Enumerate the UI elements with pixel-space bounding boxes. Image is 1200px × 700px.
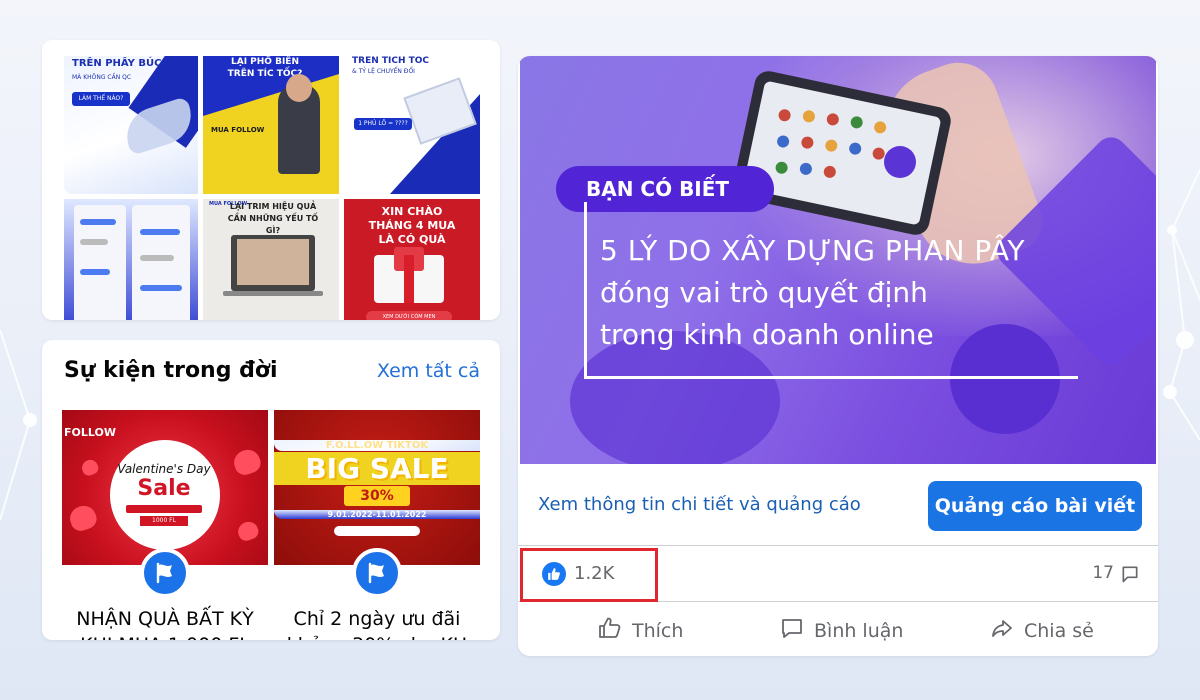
photo-subtitle: & TỶ LỆ CHUYỂN ĐỔI [352, 68, 415, 75]
post-card: BẠN CÓ BIẾT 5 LÝ DO XÂY DỰNG PHAN PÂY đó… [518, 56, 1158, 656]
life-event-image-big-text: BIG SALE [274, 452, 480, 485]
post-headline-line-1: 5 LÝ DO XÂY DỰNG PHAN PÂY [600, 234, 1026, 267]
life-events-title: Sự kiện trong đời [64, 358, 278, 383]
photo-button-label: 1 PHÚ LÔ = ???? VIU [354, 118, 412, 139]
flag-icon [140, 548, 190, 598]
life-event-image-dates: 9.01.2022-11.01.2022 [274, 510, 480, 519]
like-button-label: Thích [632, 619, 684, 642]
life-event-caption: Chỉ 2 ngày ưu đãi khủng 30% cho KH [287, 608, 467, 640]
life-event-image-top-text: F.O.LL.OW TIKTOK [274, 440, 480, 451]
photo-thumbnail[interactable]: XIN CHÀO THÁNG 4 MUA LÀ CÓ QUÀ XEM DƯỚI … [344, 199, 480, 320]
view-insights-link[interactable]: Xem thông tin chi tiết và quảng cáo [538, 494, 861, 515]
photo-title: LẠI TRIM HIỆU QUẢ CẦN NHỮNG YẾU TỐ GÌ? [227, 202, 319, 235]
life-event-item[interactable]: F.O.LL.OW TIKTOK BIG SALE 30% 9.01.2022-… [274, 410, 480, 640]
boost-post-button[interactable]: Quảng cáo bài viết [928, 481, 1142, 531]
share-button[interactable]: Chia sẻ [990, 616, 1094, 645]
post-image[interactable]: BẠN CÓ BIẾT 5 LÝ DO XÂY DỰNG PHAN PÂY đó… [520, 56, 1156, 464]
photo-button-label: XEM DƯỚI CÒM MEN [366, 311, 452, 320]
photo-thumbnail[interactable] [64, 199, 198, 320]
life-event-image-heading: Valentine's Day [117, 462, 211, 476]
photo-title: XIN CHÀO THÁNG 4 MUA LÀ CÓ QUÀ [368, 205, 456, 246]
post-headline-line-2: đóng vai trò quyết định [600, 276, 928, 309]
comment-icon [780, 616, 804, 645]
comment-button[interactable]: Bình luận [780, 616, 903, 645]
photo-thumbnail[interactable]: TRÊN TÍCH TÓC & TỶ LỆ CHUYỂN ĐỔI 1 PHÚ L… [344, 56, 480, 194]
life-event-image-percent: 30% [344, 486, 410, 506]
life-event-item[interactable]: FOLLOW Valentine's Day Sale 1000 FL NHẬN… [62, 410, 268, 640]
photo-thumbnail[interactable]: LẠI PHỔ BIẾN TRÊN TÍC TỐC? MUA FOLLOW [203, 56, 339, 194]
photo-subtitle: MÀ KHÔNG CẦN QC [72, 74, 132, 81]
life-event-image-big-text: Sale [137, 476, 191, 501]
flag-icon [352, 548, 402, 598]
photo-title: TRÊN TÍCH TÓC [352, 56, 430, 66]
post-cta-row: Xem thông tin chi tiết và quảng cáo Quản… [518, 464, 1158, 546]
comment-bubble-icon [1120, 564, 1140, 588]
life-event-image: FOLLOW Valentine's Day Sale 1000 FL [62, 410, 268, 565]
like-count[interactable]: 1.2K [574, 563, 614, 584]
post-image-headline: 5 LÝ DO XÂY DỰNG PHAN PÂY đóng vai trò q… [600, 230, 1025, 356]
share-arrow-icon [990, 616, 1014, 645]
comment-count[interactable]: 17 [1092, 563, 1114, 583]
photo-thumbnail[interactable]: MUA FOLLOW LẠI TRIM HIỆU QUẢ CẦN NHỮNG Y… [203, 199, 339, 320]
photo-title: TRÊN PHÂY BÚC [72, 58, 162, 69]
comment-button-label: Bình luận [814, 619, 904, 642]
life-event-caption: NHẬN QUÀ BẤT KỲ KHI MUA 1.000 FL [76, 608, 254, 640]
photo-grid: TRÊN PHÂY BÚC MÀ KHÔNG CẦN QC LÀM THẾ NÀ… [64, 56, 480, 320]
reaction-summary-row: 1.2K 17 [518, 546, 1158, 602]
photo-button-label: LÀM THẾ NÀO? [72, 92, 130, 106]
see-all-link[interactable]: Xem tất cả [377, 360, 480, 382]
post-headline-line-3: trong kinh doanh online [600, 318, 934, 351]
like-button[interactable]: Thích [598, 616, 683, 645]
life-events-card: Sự kiện trong đời Xem tất cả FOLLOW Vale… [42, 340, 500, 640]
photo-thumbnail[interactable]: TRÊN PHÂY BÚC MÀ KHÔNG CẦN QC LÀM THẾ NÀ… [64, 56, 198, 194]
photos-card: TRÊN PHÂY BÚC MÀ KHÔNG CẦN QC LÀM THẾ NÀ… [42, 40, 500, 320]
photo-logo: MUA FOLLOW [211, 126, 265, 134]
life-event-image-logo: FOLLOW [64, 426, 116, 439]
post-image-badge: BẠN CÓ BIẾT [556, 166, 774, 212]
thumbs-up-icon [598, 616, 622, 645]
share-button-label: Chia sẻ [1024, 619, 1094, 642]
like-reaction-icon [542, 562, 566, 586]
life-event-image-price: 1000 FL [140, 516, 188, 526]
post-action-row: Thích Bình luận Chia sẻ [518, 604, 1158, 656]
life-event-image: F.O.LL.OW TIKTOK BIG SALE 30% 9.01.2022-… [274, 410, 480, 565]
